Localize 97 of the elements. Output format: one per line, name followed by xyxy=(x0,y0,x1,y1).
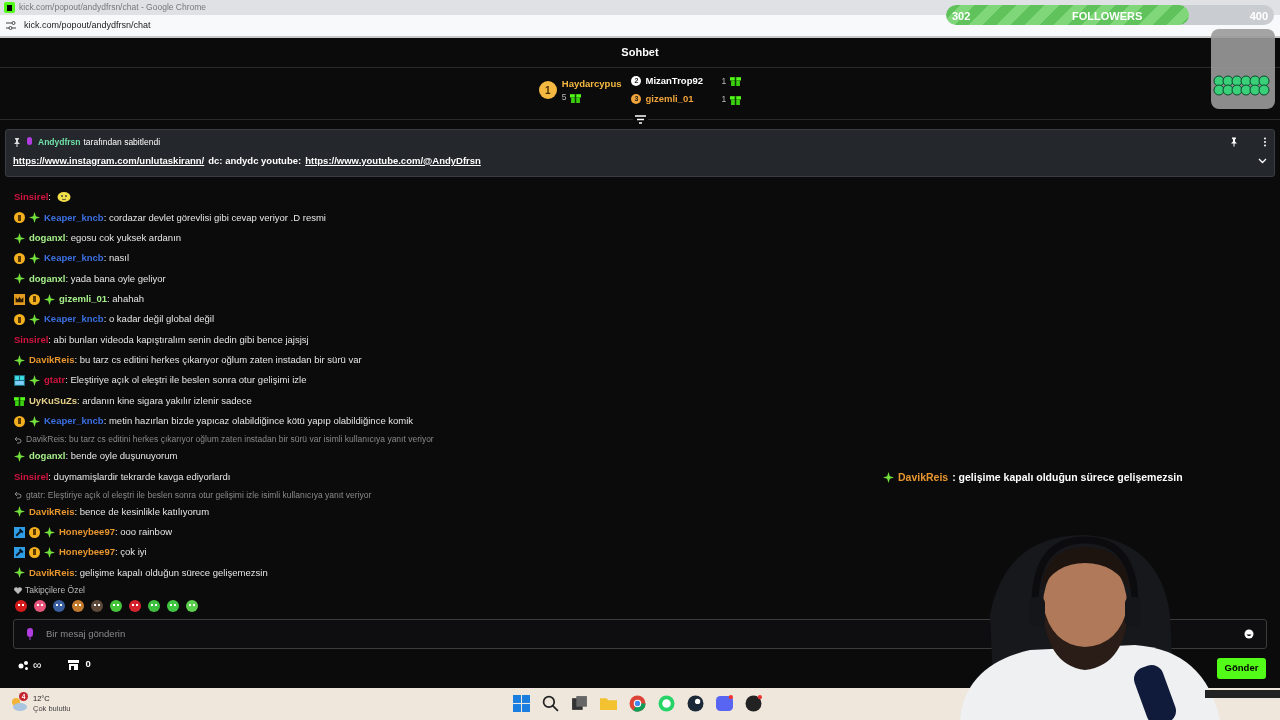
crown-badge-icon xyxy=(14,293,25,305)
sparkle-badge-icon xyxy=(14,354,25,366)
gift-badge-icon xyxy=(730,75,742,87)
chat-message: DavikReis: gelişime kapalı olduğun sürece gelişemezsin xyxy=(29,565,268,580)
pin-icon[interactable] xyxy=(1230,137,1238,148)
chat-message: Keaper_kncb: metin hazırlan bizde yapıcaz olabildiğince kötü yapıp olabildiğince komik xyxy=(44,414,414,429)
sparkle-badge-icon xyxy=(44,293,55,305)
gift-badge-icon xyxy=(14,395,25,407)
filter-icon[interactable] xyxy=(634,114,646,124)
followers-current: 302 xyxy=(952,9,971,24)
chat-message: gtatr: Eleştiriye açık ol eleştri ile beslen sonra otur gelişimi izle xyxy=(44,373,307,388)
emote-icon[interactable] xyxy=(33,599,47,613)
window-title: kick.com/popout/andydfrsn/chat - Google Chrome xyxy=(19,1,207,14)
pinned-link[interactable]: https://www.youtube.com/@AndyDfrsn xyxy=(305,153,481,168)
emoji-icon[interactable] xyxy=(1244,629,1254,639)
microphone-icon xyxy=(26,137,33,148)
sparkle-badge-icon xyxy=(29,375,40,386)
emote-icon[interactable] xyxy=(14,599,28,613)
chat-message: Sinsirel: abi bunları videoda kapıştıralım senin dedin gibi bence jajsjsj xyxy=(14,332,309,347)
site-settings-icon[interactable] xyxy=(6,21,16,30)
overlay-username: DavikReis xyxy=(898,470,949,485)
emote-icon[interactable] xyxy=(147,599,161,613)
chat-message: doganxl: bende oyle duşunuyorum xyxy=(29,449,178,464)
pinned-author[interactable]: Andydfrsn xyxy=(38,136,81,149)
chat-message: UyKuSuZs: ardanın kine sigara yakılır izlenir sadece xyxy=(29,393,252,408)
sparkle-badge-icon xyxy=(883,472,894,484)
heart-icon xyxy=(14,586,22,594)
points-value: ∞ xyxy=(33,656,42,674)
reply-context: DavikReis: bu tarz cs editini herkes çıkarıyor oğlum zaten instadan bir sürü var isimli kullanıcıya yanıt veriyor xyxy=(26,433,434,447)
emote-icon[interactable] xyxy=(71,599,85,613)
pinned-text: dc: andydc youtube: xyxy=(208,153,302,168)
chat-message: DavikReis: bence de kesinlikle katılıyorum xyxy=(29,504,210,519)
gift-count: 5 xyxy=(561,90,567,104)
expand-chevron-icon[interactable] xyxy=(1258,157,1267,164)
sparkle-badge-icon xyxy=(14,567,25,579)
rank-badge: 1 xyxy=(538,81,557,99)
sparkle-badge-icon xyxy=(14,232,25,244)
sparkle-badge-icon xyxy=(29,415,40,427)
browser-icon[interactable] xyxy=(629,695,646,712)
reply-context: gtatr: Eleştiriye açık ol eleştri ile beslen sonra otur gelişimi izle isimli kullanıcıya yanıt veriyor xyxy=(26,488,372,502)
chat-message: doganxl: yada bana oyle geliyor xyxy=(29,271,166,286)
task-view-icon[interactable] xyxy=(571,695,588,712)
pinned-by-label: tarafından sabitlendi xyxy=(83,136,161,149)
pinned-link[interactable]: https://www.instagram.com/unlutaskirann/ xyxy=(13,153,205,168)
chat-message: gizemli_01: ahahah xyxy=(59,292,145,307)
chat-message: Keaper_kncb: nasıl xyxy=(44,251,130,266)
store-count: 0 xyxy=(85,657,91,672)
sparkle-badge-icon xyxy=(14,273,25,285)
chat-message: Sinsirel: duymamişlardir tekrarde kavga ediyorlardı xyxy=(14,469,231,484)
sparkle-badge-icon xyxy=(29,212,40,224)
sparkle-badge-icon xyxy=(29,314,40,326)
points-icon[interactable] xyxy=(18,659,30,670)
chat-message: Keaper_kncb: o kadar değil global değil xyxy=(44,312,215,327)
followers-label: FOLLOWERS xyxy=(1072,9,1143,24)
url-text: kick.com/popout/andydfrsn/chat xyxy=(24,18,151,32)
chat-message: Honeybee97: çok iyi xyxy=(59,545,147,560)
emote-icon[interactable] xyxy=(109,599,123,613)
site-logo-icon xyxy=(4,2,15,13)
chat-message: Sinsirel: xyxy=(14,190,51,205)
sparkle-badge-icon xyxy=(14,506,25,518)
send-button[interactable]: Gönder xyxy=(1217,658,1266,679)
microphone-icon[interactable] xyxy=(26,628,34,640)
chat-message: Honeybee97: ooo rainbow xyxy=(59,525,173,539)
sparkle-badge-icon xyxy=(44,546,55,558)
emote-icon[interactable] xyxy=(52,599,66,613)
emote-section-label: Takipçilere Özel xyxy=(25,583,85,597)
emote-icon[interactable] xyxy=(128,599,142,613)
more-options-icon[interactable] xyxy=(1263,137,1267,148)
game-launcher-icon[interactable] xyxy=(687,695,704,712)
overlay-message-text: : gelişime kapalı olduğun sürece gelişemezsin xyxy=(952,470,1183,485)
gift-badge-icon xyxy=(730,93,742,105)
weather-icon[interactable] xyxy=(10,697,28,711)
chat-message: doganxl: egosu cok yuksek ardanın xyxy=(29,231,182,246)
chat-message: DavikReis: bu tarz cs editini herkes çıkarıyor oğlum zaten instadan bir sürü var xyxy=(29,353,362,368)
pin-icon xyxy=(13,137,21,147)
leaderboard-name[interactable]: Haydarcypus xyxy=(561,76,622,91)
emote-icon[interactable] xyxy=(166,599,180,613)
message-text-field[interactable]: Bir mesaj gönderin xyxy=(46,626,1232,642)
sword-badge-icon xyxy=(14,526,25,538)
emote-icon[interactable] xyxy=(185,599,199,613)
emote-icon[interactable] xyxy=(90,599,104,613)
store-icon[interactable] xyxy=(67,659,79,670)
sparkle-badge-icon xyxy=(44,526,55,538)
chat-title: Sohbet xyxy=(621,45,659,61)
gift-count: 1 xyxy=(721,74,727,88)
start-icon[interactable] xyxy=(513,695,530,712)
chat-message: Keaper_kncb: cordazar devlet görevlisi gibi cevap veriyor .D resmi xyxy=(44,210,326,225)
sparkle-badge-icon xyxy=(29,253,40,265)
sword-badge-icon xyxy=(14,546,25,558)
reply-arrow-icon xyxy=(14,435,22,444)
sparkle-badge-icon xyxy=(14,450,25,462)
leaderboard-name[interactable]: gizemli_01 xyxy=(645,92,718,107)
gift-badge-icon xyxy=(569,91,581,103)
leaderboard-name[interactable]: MizanTrop92 xyxy=(645,73,718,88)
gift-count: 1 xyxy=(721,92,727,106)
reply-arrow-icon xyxy=(14,491,22,500)
search-icon[interactable] xyxy=(542,695,559,712)
